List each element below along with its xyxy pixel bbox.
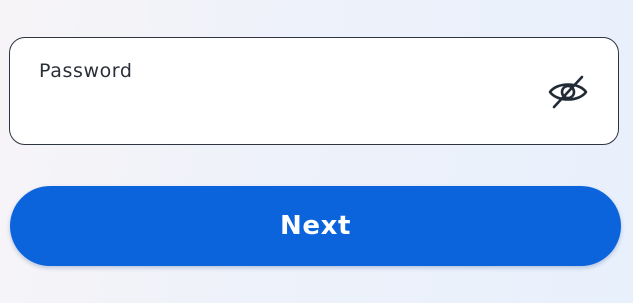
password-input[interactable]	[38, 94, 518, 128]
password-field[interactable]: Password	[9, 37, 619, 145]
password-label: Password	[39, 60, 133, 82]
eye-slash-icon[interactable]	[544, 72, 592, 112]
next-button[interactable]: Next	[10, 186, 621, 266]
